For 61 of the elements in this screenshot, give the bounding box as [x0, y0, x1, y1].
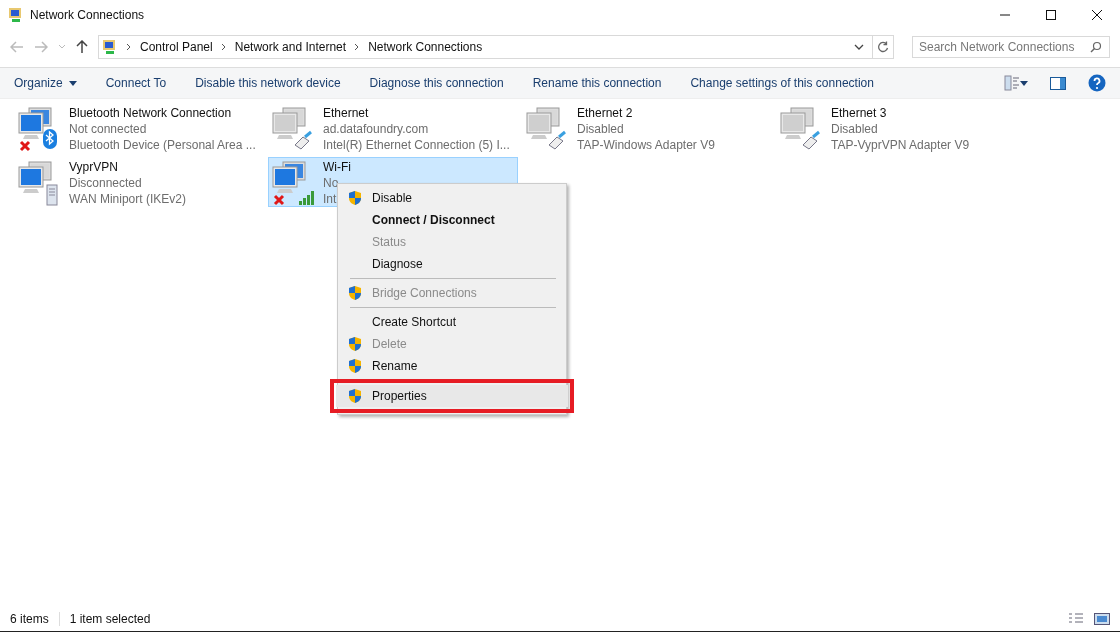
toolbar-button[interactable]: Disable this network device [195, 76, 341, 90]
device-name: Bluetooth Device (Personal Area ... [69, 137, 256, 153]
connection-name: Bluetooth Network Connection [69, 105, 233, 121]
caret-icon[interactable] [1020, 80, 1028, 86]
search-field[interactable]: Search Network Connections [912, 36, 1110, 58]
toolbar-button[interactable]: Organize [14, 76, 77, 90]
shield-icon [348, 190, 362, 206]
connection-item[interactable]: Bluetooth Network Connection Not connected Bluetooth Device (Personal Area ... [14, 103, 264, 153]
caret-icon[interactable] [68, 80, 77, 86]
toolbar-button[interactable]: Diagnose this connection [369, 76, 504, 90]
connection-item[interactable]: Ethernet ad.datafoundry.com Intel(R) Ethernet Connection (5) I... [268, 103, 518, 153]
connection-name: Ethernet 3 [831, 105, 888, 121]
network-folder-icon [102, 39, 118, 55]
connection-name: Wi-Fi [323, 159, 351, 175]
menu-item[interactable]: Connect / Disconnect [340, 209, 564, 231]
connection-status: ad.datafoundry.com [323, 121, 430, 137]
dropdown-chevron-icon[interactable] [854, 43, 864, 51]
device-name: Intel(R) Ethernet Connection (5) I... [323, 137, 510, 153]
refresh-icon[interactable] [877, 41, 889, 53]
help-icon[interactable] [1088, 74, 1106, 92]
shield-icon [348, 388, 362, 404]
connection-item[interactable]: VyprVPN Disconnected WAN Miniport (IKEv2) [14, 157, 264, 207]
breadcrumb-item[interactable]: Network and Internet [234, 40, 347, 54]
connection-status: Disabled [577, 121, 625, 137]
maximize-icon[interactable] [1045, 9, 1057, 21]
toolbar-button[interactable]: Connect To [105, 76, 167, 90]
item-count: 6 items [10, 612, 49, 626]
menu-item[interactable]: Create Shortcut [340, 311, 564, 333]
device-name: Int [323, 191, 338, 207]
chevron-icon [220, 43, 227, 51]
large-icons-view-icon[interactable] [1094, 613, 1110, 625]
window-title: Network Connections [30, 8, 145, 22]
network-folder-icon [8, 7, 24, 23]
menu-item[interactable]: Rename [340, 355, 564, 377]
breadcrumb-item[interactable]: Control Panel [140, 40, 213, 54]
toolbar-button[interactable]: Change settings of this connection [690, 76, 874, 90]
shield-icon [348, 285, 362, 301]
device-name: TAP-VyprVPN Adapter V9 [831, 137, 970, 153]
breadcrumb-item[interactable]: Network Connections [368, 40, 483, 54]
menu-item[interactable]: Diagnose [340, 253, 564, 275]
connection-name: Ethernet [323, 105, 370, 121]
selection-count: 1 item selected [69, 612, 151, 626]
chevron-icon [354, 43, 361, 51]
connection-name: Ethernet 2 [577, 105, 634, 121]
toolbar-button[interactable]: Rename this connection [532, 76, 662, 90]
connection-name: VyprVPN [69, 159, 119, 175]
search-icon [1090, 41, 1102, 53]
device-name: TAP-Windows Adapter V9 [577, 137, 715, 153]
shield-icon [348, 336, 362, 352]
preview-pane-icon[interactable] [1050, 76, 1066, 90]
connection-status: Disabled [831, 121, 879, 137]
close-icon[interactable] [1091, 9, 1103, 21]
connection-item[interactable]: Ethernet 2 Disabled TAP-Windows Adapter V9 [522, 103, 772, 153]
chevron-icon [126, 43, 132, 51]
connection-item[interactable]: Ethernet 3 Disabled TAP-VyprVPN Adapter V9 [776, 103, 1026, 153]
connection-status: Disconnected [69, 175, 143, 191]
up-arrow-icon[interactable] [76, 40, 88, 54]
device-name: WAN Miniport (IKEv2) [69, 191, 186, 207]
connection-status: Not connected [69, 121, 148, 137]
shield-icon [348, 358, 362, 374]
address-bar[interactable]: Control Panel Network and Internet Network Connections [98, 35, 894, 59]
